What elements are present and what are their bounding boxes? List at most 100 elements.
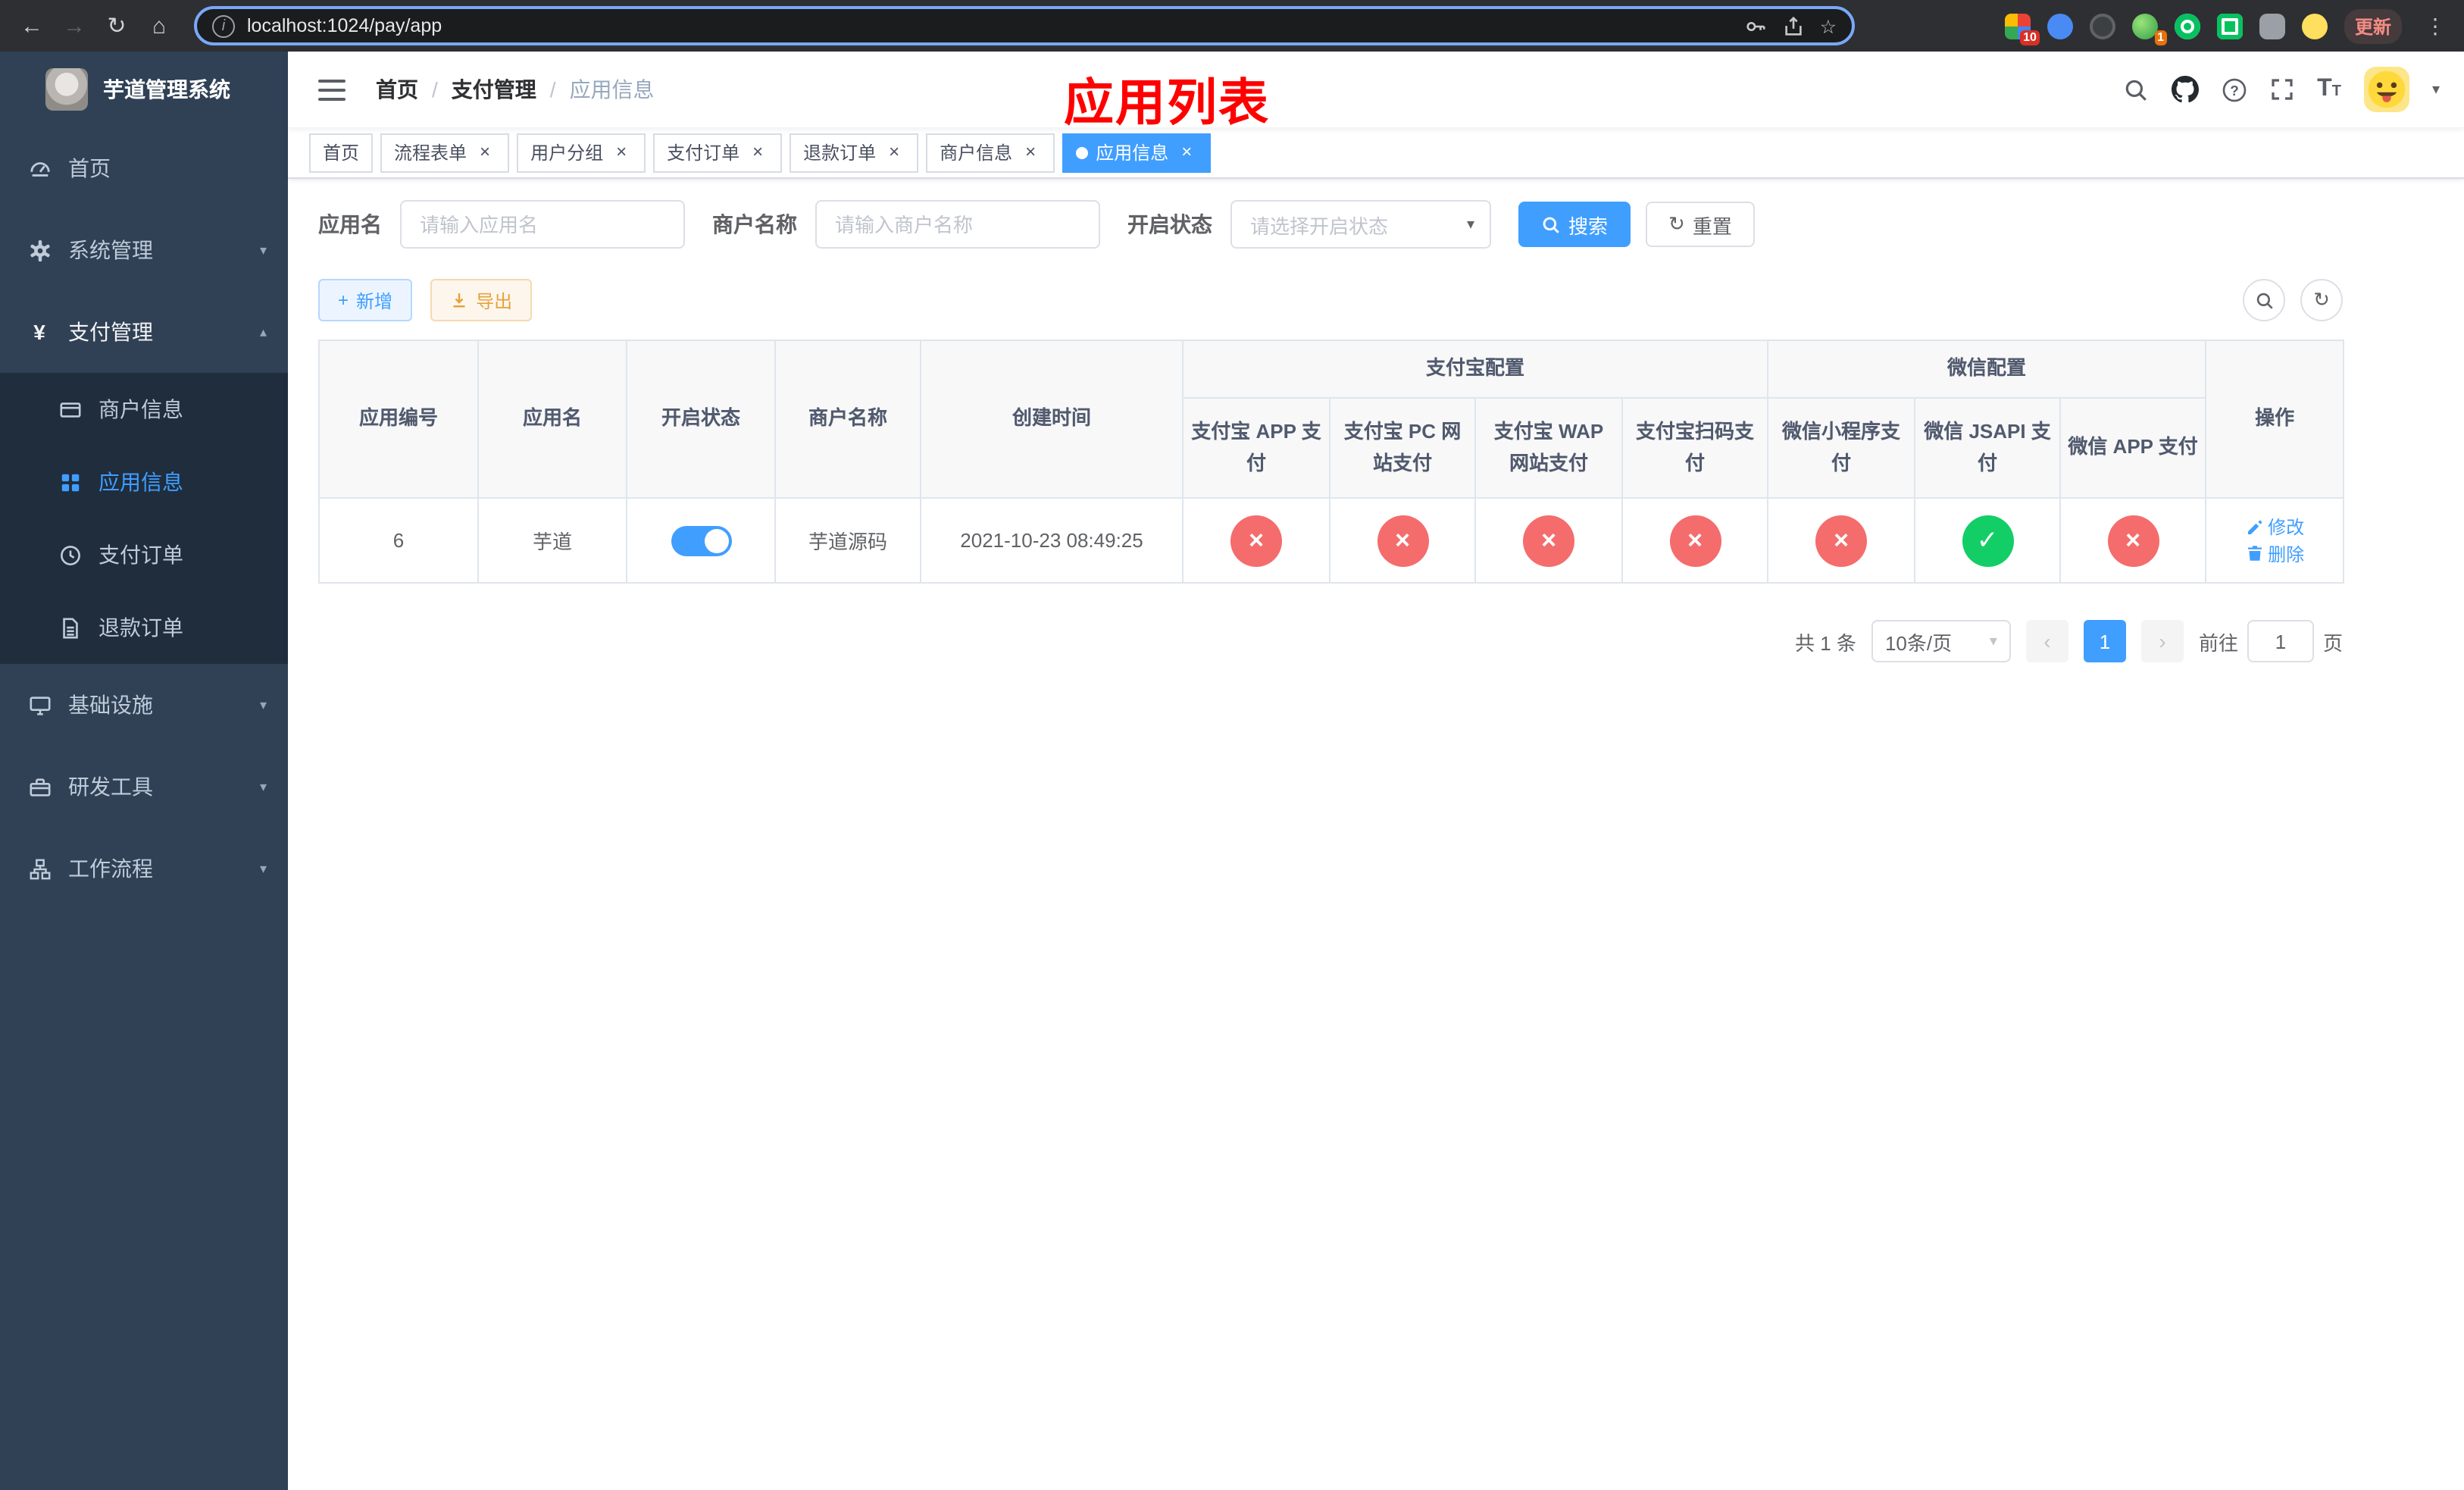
tab-refund-order[interactable]: 退款订单 ×: [790, 133, 919, 172]
sidebar-item-refund-order[interactable]: 退款订单: [0, 591, 288, 664]
breadcrumb-section[interactable]: 支付管理: [452, 74, 536, 105]
extension-blue-icon[interactable]: [2047, 13, 2073, 39]
extension-dark-icon[interactable]: [2089, 13, 2115, 39]
sidebar-item-infra[interactable]: 基础设施 ▾: [0, 664, 288, 746]
apps-table: 应用编号 应用名 开启状态 商户名称 创建时间 支付宝配置 微信配置 操作 支付…: [318, 340, 2345, 584]
sidebar-item-pay-order[interactable]: 支付订单: [0, 518, 288, 591]
chevron-up-icon: ▴: [259, 324, 267, 339]
user-avatar[interactable]: [2363, 67, 2409, 112]
browser-menu-icon[interactable]: ⋮: [2419, 13, 2452, 39]
col-header-alipay-app: 支付宝 APP 支付: [1182, 397, 1330, 499]
tab-home[interactable]: 首页: [309, 133, 374, 172]
cell-app-id: 6: [318, 497, 479, 584]
back-icon[interactable]: ←: [12, 6, 52, 45]
help-icon[interactable]: ?: [2222, 77, 2247, 102]
page-annotation: 应用列表: [1064, 74, 1270, 130]
extension-puzzle-icon[interactable]: [2259, 13, 2285, 39]
svg-text:?: ?: [2230, 83, 2239, 99]
tab-pay-order[interactable]: 支付订单 ×: [653, 133, 783, 172]
avatar-caret-icon[interactable]: ▾: [2432, 81, 2440, 98]
prev-page-button[interactable]: ‹: [2025, 620, 2068, 662]
address-bar[interactable]: i localhost:1024/pay/app ☆: [194, 6, 1855, 45]
url-text[interactable]: localhost:1024/pay/app: [247, 15, 1729, 36]
sidebar-logo[interactable]: 芋道管理系统: [0, 52, 288, 127]
sidebar-item-app-info[interactable]: 应用信息: [0, 446, 288, 518]
page-size-select[interactable]: 10条/页 ▾: [1871, 620, 2011, 662]
password-key-icon[interactable]: [1744, 14, 1767, 37]
tab-user-group[interactable]: 用户分组 ×: [517, 133, 646, 172]
sidebar-item-home[interactable]: 首页: [0, 127, 288, 209]
sidebar-item-devtools[interactable]: 研发工具 ▾: [0, 746, 288, 828]
goto-page-input[interactable]: [2247, 620, 2314, 662]
extension-emoji-icon[interactable]: [2301, 13, 2328, 39]
status-switch[interactable]: [671, 525, 731, 556]
tab-close-icon[interactable]: ×: [747, 141, 768, 163]
tab-close-icon[interactable]: ×: [611, 141, 632, 163]
col-header-name: 应用名: [477, 340, 627, 499]
github-icon[interactable]: [2172, 76, 2200, 103]
extension-grid-icon[interactable]: 10: [2004, 13, 2040, 45]
refresh-table-button[interactable]: ↻: [2300, 279, 2343, 321]
tab-close-icon[interactable]: ×: [883, 141, 905, 163]
search-icon[interactable]: [2123, 77, 2149, 102]
monitor-icon: [27, 693, 52, 716]
share-icon[interactable]: [1782, 14, 1805, 37]
cell-status: [626, 497, 776, 584]
export-button[interactable]: 导出: [430, 279, 533, 321]
sidebar-toggle-icon[interactable]: [312, 78, 352, 101]
extension-chat-icon[interactable]: [2216, 13, 2243, 39]
tab-close-icon[interactable]: ×: [1176, 141, 1197, 163]
toggle-search-button[interactable]: [2243, 279, 2285, 321]
tabs-bar: 首页 流程表单 × 用户分组 × 支付订单 × 退款订单 × 商户信息 × 应用…: [288, 127, 2464, 179]
extension-avatar-icon[interactable]: 1: [2131, 13, 2167, 45]
tab-close-icon[interactable]: ×: [1020, 141, 1041, 163]
add-button[interactable]: + 新增: [318, 279, 413, 321]
tab-process-form[interactable]: 流程表单 ×: [380, 133, 510, 172]
navbar-actions: ? TT ▾: [2123, 67, 2440, 112]
merchant-name-input[interactable]: [815, 200, 1100, 249]
font-size-icon[interactable]: TT: [2317, 76, 2341, 103]
sidebar-item-system[interactable]: 系统管理 ▾: [0, 209, 288, 291]
table-row: 6 芋道 芋道源码 2021-10-23 08:49:25 × × × × × …: [318, 497, 2345, 584]
fullscreen-icon[interactable]: [2270, 77, 2294, 102]
site-info-icon[interactable]: i: [212, 14, 235, 37]
sidebar-item-workflow[interactable]: 工作流程 ▾: [0, 828, 288, 909]
delete-link[interactable]: 删除: [2245, 540, 2304, 566]
refresh-icon: ↻: [1668, 212, 1685, 235]
status-select[interactable]: 请选择开启状态 ▾: [1230, 200, 1491, 249]
sidebar-item-label: 基础设施: [68, 693, 153, 717]
sidebar-item-label: 首页: [68, 156, 111, 180]
chevron-down-icon: ▾: [1989, 633, 1997, 650]
document-icon: [58, 616, 82, 639]
breadcrumb-current: 应用信息: [569, 77, 655, 102]
edit-link[interactable]: 修改: [2245, 514, 2304, 540]
browser-update-button[interactable]: 更新: [2344, 8, 2402, 43]
top-navbar: 首页 / 支付管理 / 应用信息 应用列表 ? T T ▾: [288, 52, 2464, 130]
app-name-input[interactable]: [400, 200, 685, 249]
reload-icon[interactable]: ↻: [97, 6, 136, 45]
logo-image: [45, 68, 88, 111]
home-icon[interactable]: ⌂: [139, 6, 179, 45]
wx-mini-status-icon: ×: [1815, 515, 1868, 566]
breadcrumb-home[interactable]: 首页: [376, 74, 418, 105]
extension-green-circle-icon[interactable]: [2174, 13, 2200, 39]
goto-page: 前往 页: [2199, 620, 2343, 662]
cell-app-name: 芋道: [477, 497, 627, 584]
col-header-alipay-pc: 支付宝 PC 网站支付: [1329, 397, 1476, 499]
sidebar: 芋道管理系统 首页 系统管理 ▾ ¥ 支付管理 ▴ 商户信息 应用信息 支付订单…: [0, 52, 288, 1490]
reset-button[interactable]: ↻ 重置: [1646, 202, 1755, 247]
bookmark-star-icon[interactable]: ☆: [1820, 14, 1837, 37]
tab-close-icon[interactable]: ×: [474, 141, 496, 163]
search-button[interactable]: 搜索: [1518, 202, 1631, 247]
tab-merchant-info[interactable]: 商户信息 ×: [926, 133, 1055, 172]
sidebar-item-label: 商户信息: [98, 397, 183, 421]
page-number-button[interactable]: 1: [2083, 620, 2126, 662]
sidebar-item-merchant-info[interactable]: 商户信息: [0, 373, 288, 446]
sidebar-item-payment[interactable]: ¥ 支付管理 ▴: [0, 291, 288, 373]
refresh-icon: ↻: [2313, 288, 2330, 311]
next-page-button[interactable]: ›: [2140, 620, 2184, 662]
col-header-created: 创建时间: [920, 340, 1184, 499]
forward-icon[interactable]: →: [55, 6, 94, 45]
page-content: 应用名 商户名称 开启状态 请选择开启状态 ▾: [288, 179, 2464, 1490]
tab-app-info[interactable]: 应用信息 ×: [1062, 133, 1212, 172]
